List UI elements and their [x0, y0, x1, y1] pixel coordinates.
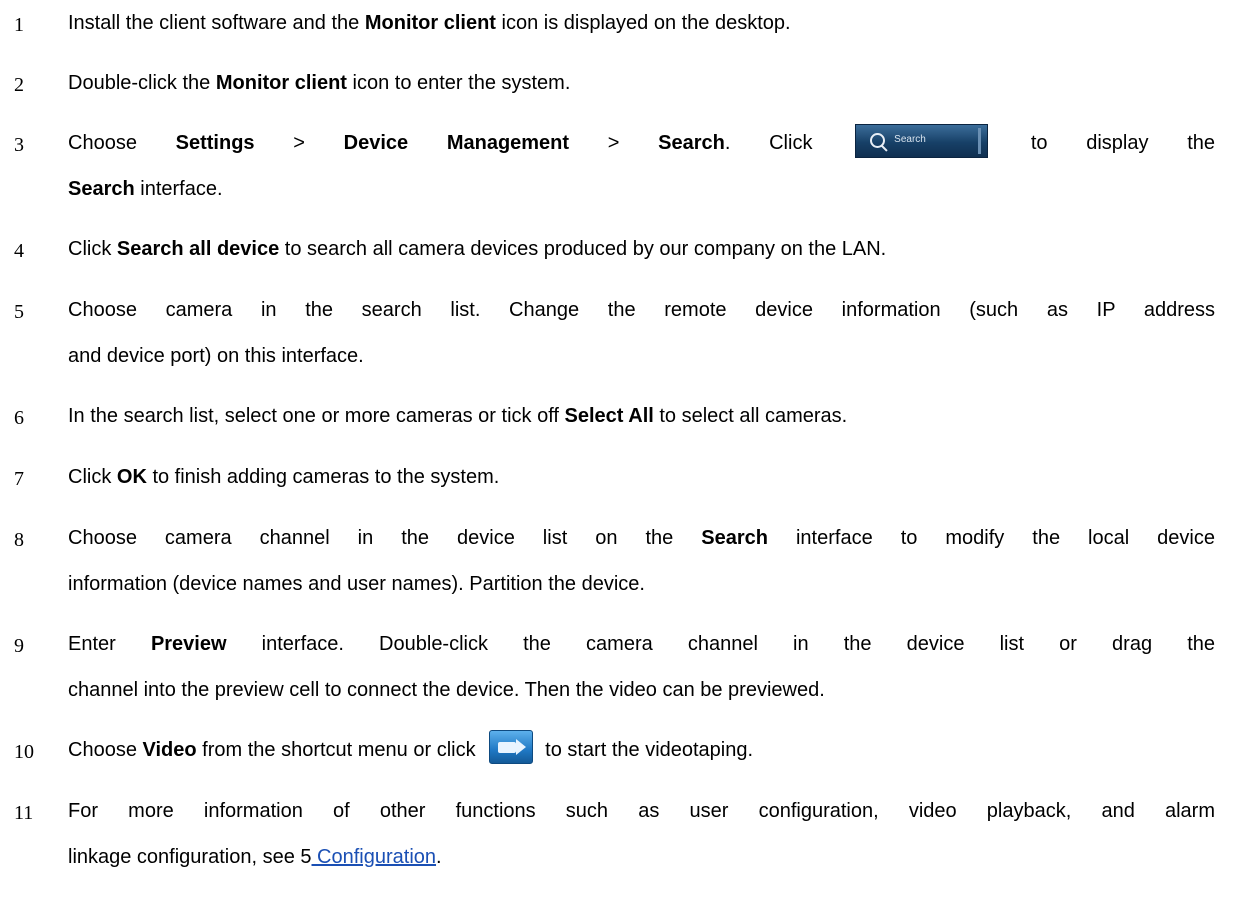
text-run: from the shortcut menu or click	[196, 739, 482, 761]
bold-term: Preview	[150, 633, 227, 655]
step-text: Choose Video from the shortcut menu or c…	[68, 727, 1215, 773]
text-run: Click	[68, 466, 117, 488]
text-line: Choose camera in the search list. Change…	[68, 299, 1215, 321]
text-run: to display the	[1030, 132, 1215, 154]
step-text: Choose Settings > Device Management > Se…	[68, 120, 1215, 212]
step-text: Enter Preview interface. Double-click th…	[68, 621, 1215, 713]
text-run: to finish adding cameras to the system.	[146, 466, 500, 488]
step-number: 9	[14, 635, 24, 657]
step-number: 2	[14, 74, 24, 96]
text-line: information (device names and user names…	[68, 573, 645, 595]
button-edge	[978, 127, 982, 154]
step-number: 11	[14, 802, 34, 824]
step-text: In the search list, select one or more c…	[68, 393, 1215, 439]
step-text: Click Search all device to search all ca…	[68, 226, 1215, 272]
document-page: 1 Install the client software and the Mo…	[0, 0, 1235, 917]
bold-term: Search	[658, 132, 725, 154]
step-text: Double-click the Monitor client icon to …	[68, 60, 1215, 106]
text-run: to start the videotaping.	[545, 739, 754, 761]
camera-shape	[498, 741, 517, 753]
text-run: interface. Double-click the camera chann…	[226, 633, 1216, 655]
step-number: 10	[14, 741, 34, 763]
text-run: Choose	[68, 739, 143, 761]
text-run: Choose camera channel in the device list…	[68, 527, 702, 549]
text-run: . Click	[724, 132, 852, 154]
search-button-label: Search	[894, 133, 926, 145]
text-run: >	[254, 132, 344, 154]
step-number: 7	[14, 468, 24, 490]
step-text: Click OK to finish adding cameras to the…	[68, 454, 1215, 500]
text-run: interface to modify the local device	[768, 527, 1215, 549]
text-line: channel into the preview cell to connect…	[68, 679, 825, 701]
bold-term: Monitor client	[215, 72, 347, 94]
text-run: Double-click the	[68, 72, 216, 94]
bold-term: Video	[142, 739, 197, 761]
text-run: >	[569, 132, 659, 154]
text-run: to search all camera devices produced by…	[279, 238, 887, 260]
bold-term: OK	[116, 466, 147, 488]
step-number: 5	[14, 301, 24, 323]
step-number: 8	[14, 529, 24, 551]
text-run: Click	[68, 238, 117, 260]
bold-term: Device Management	[343, 132, 570, 154]
text-run: Install the client software and the	[68, 12, 365, 34]
step-text: Choose camera channel in the device list…	[68, 515, 1215, 607]
text-run: Enter	[68, 633, 151, 655]
bold-term: Monitor client	[364, 12, 496, 34]
text-run: to select all cameras.	[653, 405, 848, 427]
configuration-link[interactable]: Configuration	[312, 846, 436, 868]
bold-term: Search	[701, 527, 768, 549]
search-button-image: Search	[855, 123, 989, 158]
magnifier-icon	[870, 132, 886, 148]
text-line: For more information of other functions …	[68, 800, 1215, 822]
text-run: linkage configuration, see 5	[68, 846, 312, 868]
bold-term: Search	[68, 178, 135, 200]
text-run: .	[436, 846, 442, 868]
step-number: 4	[14, 240, 24, 262]
arrow-shape	[516, 738, 527, 755]
bold-term: Select All	[564, 405, 654, 427]
text-line: and device port) on this interface.	[68, 345, 364, 367]
bold-term: Search all device	[116, 238, 280, 260]
text-run: interface.	[134, 178, 223, 200]
video-record-icon	[489, 729, 534, 764]
step-text: Install the client software and the Moni…	[68, 0, 1215, 46]
text-run: icon is displayed on the desktop.	[495, 12, 791, 34]
step-number: 1	[14, 14, 24, 36]
text-run: icon to enter the system.	[346, 72, 571, 94]
step-text: Choose camera in the search list. Change…	[68, 287, 1215, 379]
step-number: 3	[14, 134, 24, 156]
text-run: In the search list, select one or more c…	[68, 405, 565, 427]
text-run: Choose	[68, 132, 176, 154]
bold-term: Settings	[175, 132, 255, 154]
step-text: For more information of other functions …	[68, 788, 1215, 880]
step-number: 6	[14, 407, 24, 429]
